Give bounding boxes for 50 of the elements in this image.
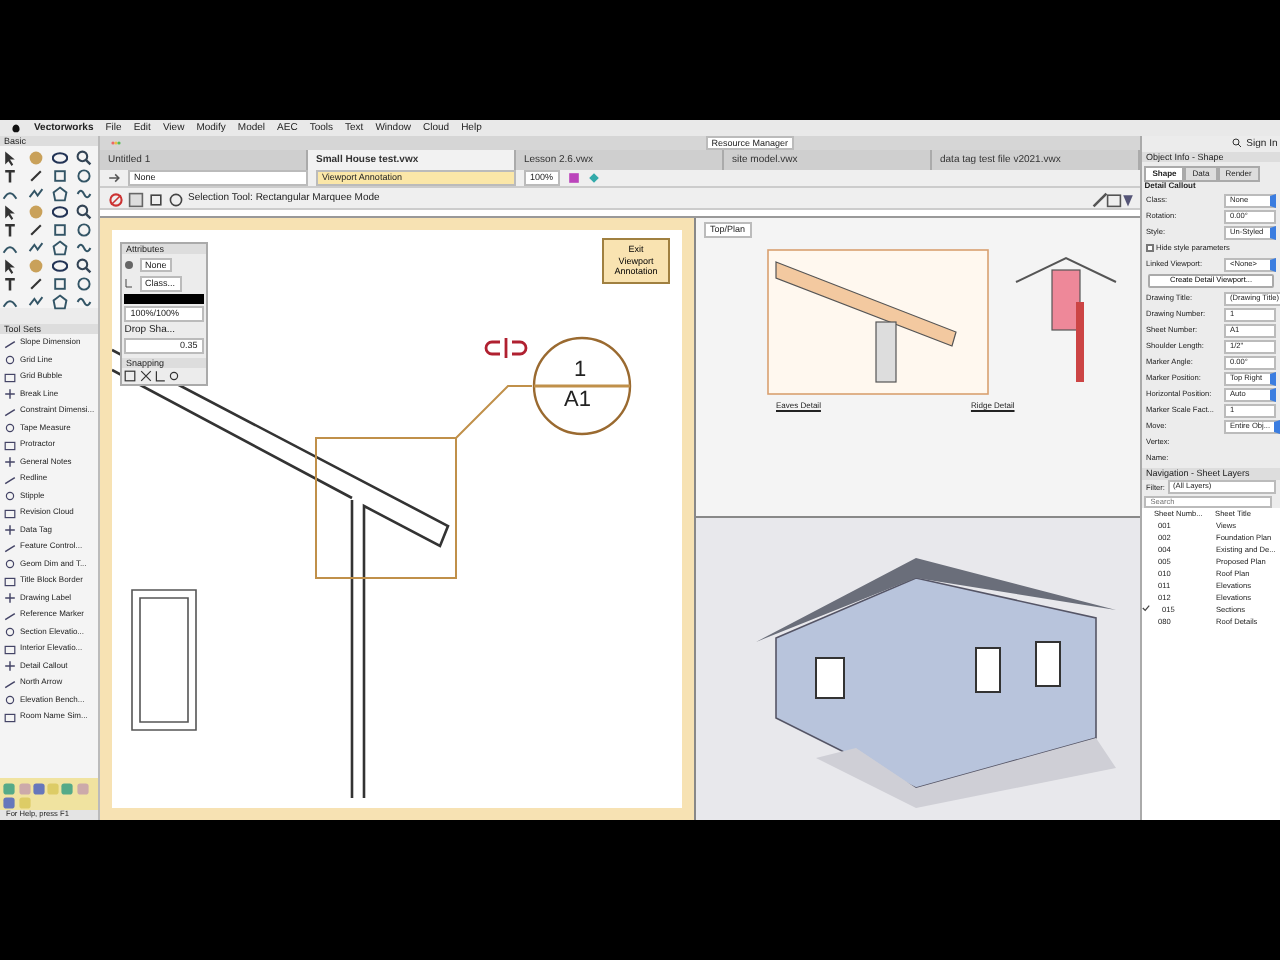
link-icon [484, 336, 528, 360]
snap-icon[interactable] [139, 370, 151, 383]
text-tool-icon[interactable] [2, 275, 15, 288]
pointer-icon[interactable] [2, 257, 15, 270]
circle-tool-icon[interactable] [76, 221, 89, 234]
zoom-icon[interactable] [76, 203, 89, 216]
tool-icon [4, 456, 16, 469]
rectangle-tool-icon[interactable] [52, 167, 64, 180]
pointer-icon[interactable] [2, 149, 15, 162]
tool-icon [4, 592, 16, 605]
callout-sheet-number: A1 [564, 390, 591, 412]
line-tool-icon[interactable] [27, 167, 40, 180]
ridge-detail-drawing [1015, 256, 1117, 382]
pen-icon [124, 277, 137, 290]
fill-icon [124, 259, 137, 272]
marquee-mode-icon[interactable] [128, 192, 140, 204]
zoom-icon[interactable] [76, 257, 89, 270]
freehand-tool-icon[interactable] [76, 293, 89, 306]
tool-icon [4, 660, 16, 673]
rectangle-tool-icon[interactable] [52, 275, 64, 288]
text-tool-icon[interactable] [2, 167, 15, 180]
polyline-tool-icon[interactable] [27, 239, 40, 252]
callout-divider [534, 384, 630, 388]
detail-boundary [315, 437, 457, 579]
arrow-icon[interactable] [108, 172, 120, 184]
line-tool-icon[interactable] [27, 221, 40, 234]
pen-color-swatch[interactable] [124, 293, 204, 304]
polyline-tool-icon[interactable] [27, 185, 40, 198]
callout-number: 1 [574, 360, 587, 382]
polygon-tool-icon[interactable] [52, 239, 64, 252]
snap-icon[interactable] [124, 370, 137, 383]
line-tool-icon[interactable] [27, 275, 40, 288]
polygon-tool-icon[interactable] [52, 293, 64, 306]
freehand-tool-icon[interactable] [76, 239, 89, 252]
leader-line [455, 385, 533, 439]
zoom-icon[interactable] [76, 149, 89, 162]
freehand-tool-icon[interactable] [76, 185, 89, 198]
rectangle-tool-icon[interactable] [52, 221, 64, 234]
tool-icon [4, 388, 16, 401]
circle-tool-icon[interactable] [76, 275, 89, 288]
circle-tool-icon[interactable] [76, 167, 89, 180]
tool-icon [4, 524, 16, 537]
polyline-tool-icon[interactable] [27, 293, 40, 306]
text-tool-icon[interactable] [2, 221, 15, 234]
pointer-icon[interactable] [2, 203, 15, 216]
rectangle-mode-icon[interactable] [148, 192, 160, 204]
search-icon[interactable] [1231, 138, 1244, 150]
polygon-tool-icon[interactable] [52, 185, 64, 198]
checkbox[interactable] [1146, 244, 1154, 253]
callout-circle [532, 336, 632, 436]
